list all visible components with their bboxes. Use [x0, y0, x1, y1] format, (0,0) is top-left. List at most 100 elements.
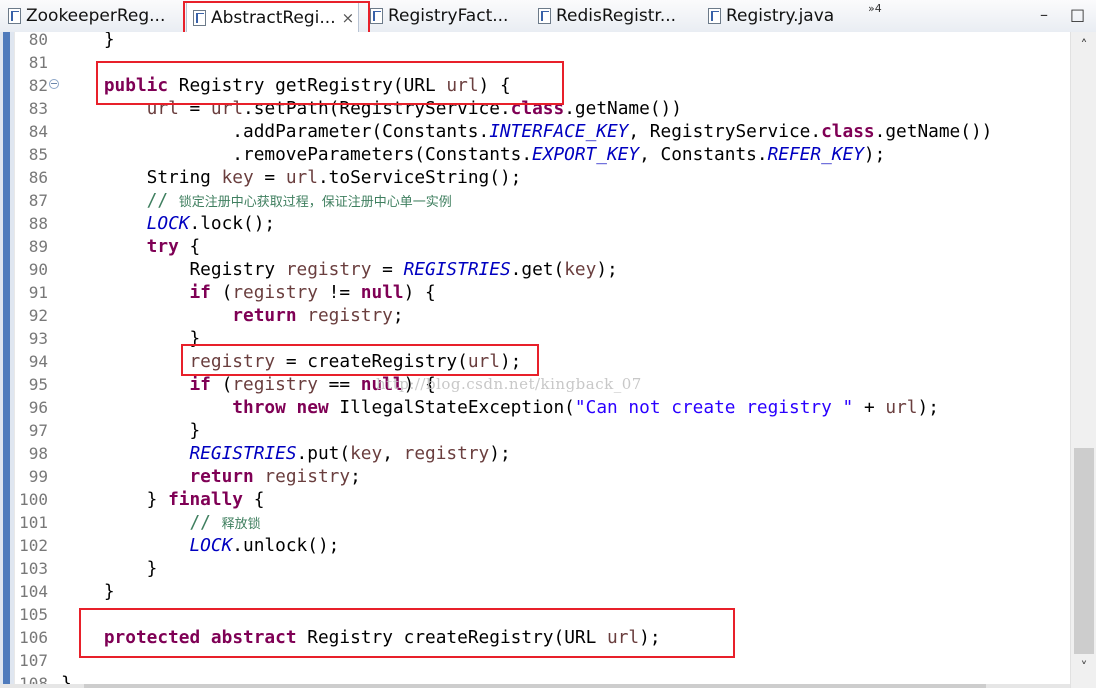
scroll-up-icon[interactable]: ˄ — [1076, 38, 1092, 54]
code-text: try { — [61, 235, 201, 258]
tab-overflow-button[interactable]: »4 — [868, 2, 882, 15]
fold-toggle-icon[interactable] — [49, 79, 59, 89]
line-number: 102 — [19, 536, 48, 555]
code-line: 106 protected abstract Registry createRe… — [0, 626, 1070, 649]
code-token: ); — [499, 351, 522, 372]
tab-label: Registry.java — [726, 6, 835, 26]
code-line: 88 LOCK.lock(); — [0, 212, 1070, 235]
code-token: url — [885, 397, 918, 418]
code-token: url — [607, 627, 640, 648]
close-tab-icon[interactable]: × — [342, 9, 355, 27]
line-number: 98 — [28, 444, 48, 463]
code-text: .addParameter(Constants.INTERFACE_KEY, R… — [61, 120, 992, 143]
code-token: + — [853, 397, 886, 418]
code-token: == — [317, 374, 361, 395]
line-number: 100 — [19, 490, 48, 509]
line-number: 94 — [28, 352, 48, 371]
code-token: if — [189, 374, 211, 395]
code-token: INTERFACE_KEY — [489, 121, 629, 142]
java-file-icon — [538, 8, 551, 24]
code-text: public Registry getRegistry(URL url) { — [61, 74, 511, 97]
code-token: { — [178, 236, 201, 257]
code-token: ); — [489, 443, 511, 464]
tab-label: RedisRegistr... — [556, 6, 677, 26]
code-editor[interactable]: 80 } 81 82 public Registry getRegistry(URL… — [0, 32, 1070, 688]
code-line: 82 public Registry getRegistry(URL url) … — [0, 74, 1070, 97]
code-token: .get( — [510, 259, 565, 280]
horizontal-scrollbar[interactable] — [0, 684, 1070, 688]
tab-label: AbstractRegi... — [211, 8, 336, 28]
code-token: protected — [103, 627, 201, 648]
maximize-button[interactable]: □ — [1070, 5, 1085, 25]
java-file-icon — [370, 8, 383, 24]
code-token: IllegalStateException( — [328, 397, 575, 418]
code-token: return — [232, 305, 297, 326]
code-token: = — [371, 259, 404, 280]
line-number: 90 — [28, 260, 48, 279]
scroll-down-icon[interactable]: ˅ — [1076, 660, 1092, 676]
code-token: REFER_KEY — [767, 144, 864, 165]
line-number: 95 — [28, 375, 48, 394]
code-token: throw — [232, 397, 286, 418]
code-text: protected abstract Registry createRegist… — [61, 626, 661, 649]
code-text: LOCK.lock(); — [61, 212, 275, 235]
code-token: if — [189, 282, 211, 303]
code-token: finally — [168, 489, 243, 510]
code-line: 80 } — [0, 32, 1070, 51]
code-token: registry — [264, 466, 351, 487]
code-line: 104 } — [0, 580, 1070, 603]
code-text: url = url.setPath(RegistryService.class.… — [61, 97, 682, 120]
code-token: Registry createRegistry(URL — [296, 627, 608, 648]
tab-zookeeper-registry[interactable]: ZookeeperReg... — [2, 2, 165, 30]
tab-abstract-registry[interactable]: AbstractRegi... × — [186, 2, 360, 33]
code-text: } finally { — [61, 488, 265, 511]
code-token: LOCK — [146, 213, 190, 234]
code-text: } — [61, 419, 200, 442]
code-token: 锁定注册中心获取过程，保证注册中心单一实例 — [178, 195, 452, 210]
code-token: != — [317, 282, 361, 303]
vertical-scrollbar[interactable]: ˄ ˅ — [1070, 32, 1096, 688]
code-token: registry — [232, 282, 318, 303]
tab-registry-factory[interactable]: RegistryFact... — [364, 2, 508, 30]
line-number: 107 — [19, 651, 48, 670]
code-token: ; — [350, 466, 361, 487]
code-token: .getName()) — [874, 121, 993, 142]
code-token: } — [61, 558, 158, 579]
code-token: ); — [596, 259, 618, 280]
code-line: 94 registry = createRegistry(url); — [0, 350, 1070, 373]
code-token: class — [510, 98, 565, 119]
code-token: url — [210, 98, 244, 119]
code-token: , — [382, 443, 404, 464]
horizontal-scroll-thumb[interactable] — [84, 684, 986, 688]
code-token: .removeParameters(Constants. — [61, 144, 533, 165]
code-text: LOCK.unlock(); — [61, 534, 339, 557]
code-token: url — [467, 351, 500, 372]
code-line: 100 } finally { — [0, 488, 1070, 511]
tab-registry-java[interactable]: Registry.java — [702, 2, 834, 30]
line-number: 99 — [28, 467, 48, 486]
code-token: = createRegistry( — [275, 351, 468, 372]
code-text: } — [61, 327, 200, 350]
code-line: 103 } — [0, 557, 1070, 580]
code-token: url — [146, 98, 179, 119]
scroll-thumb[interactable] — [1074, 448, 1094, 654]
tab-redis-registry[interactable]: RedisRegistr... — [532, 2, 676, 30]
code-token: } — [61, 581, 115, 602]
line-number: 82 — [28, 76, 48, 95]
code-token: registry — [232, 374, 318, 395]
code-token: } — [61, 489, 169, 510]
code-token: ); — [917, 397, 939, 418]
line-number: 93 — [28, 329, 48, 348]
watermark: http://blog.csdn.net/kingback_07 — [376, 375, 642, 393]
code-line: 102 LOCK.unlock(); — [0, 534, 1070, 557]
line-number: 80 — [28, 32, 48, 49]
code-token: = — [253, 167, 286, 188]
code-text: } — [61, 580, 115, 603]
minimize-button[interactable]: – — [1040, 5, 1048, 25]
